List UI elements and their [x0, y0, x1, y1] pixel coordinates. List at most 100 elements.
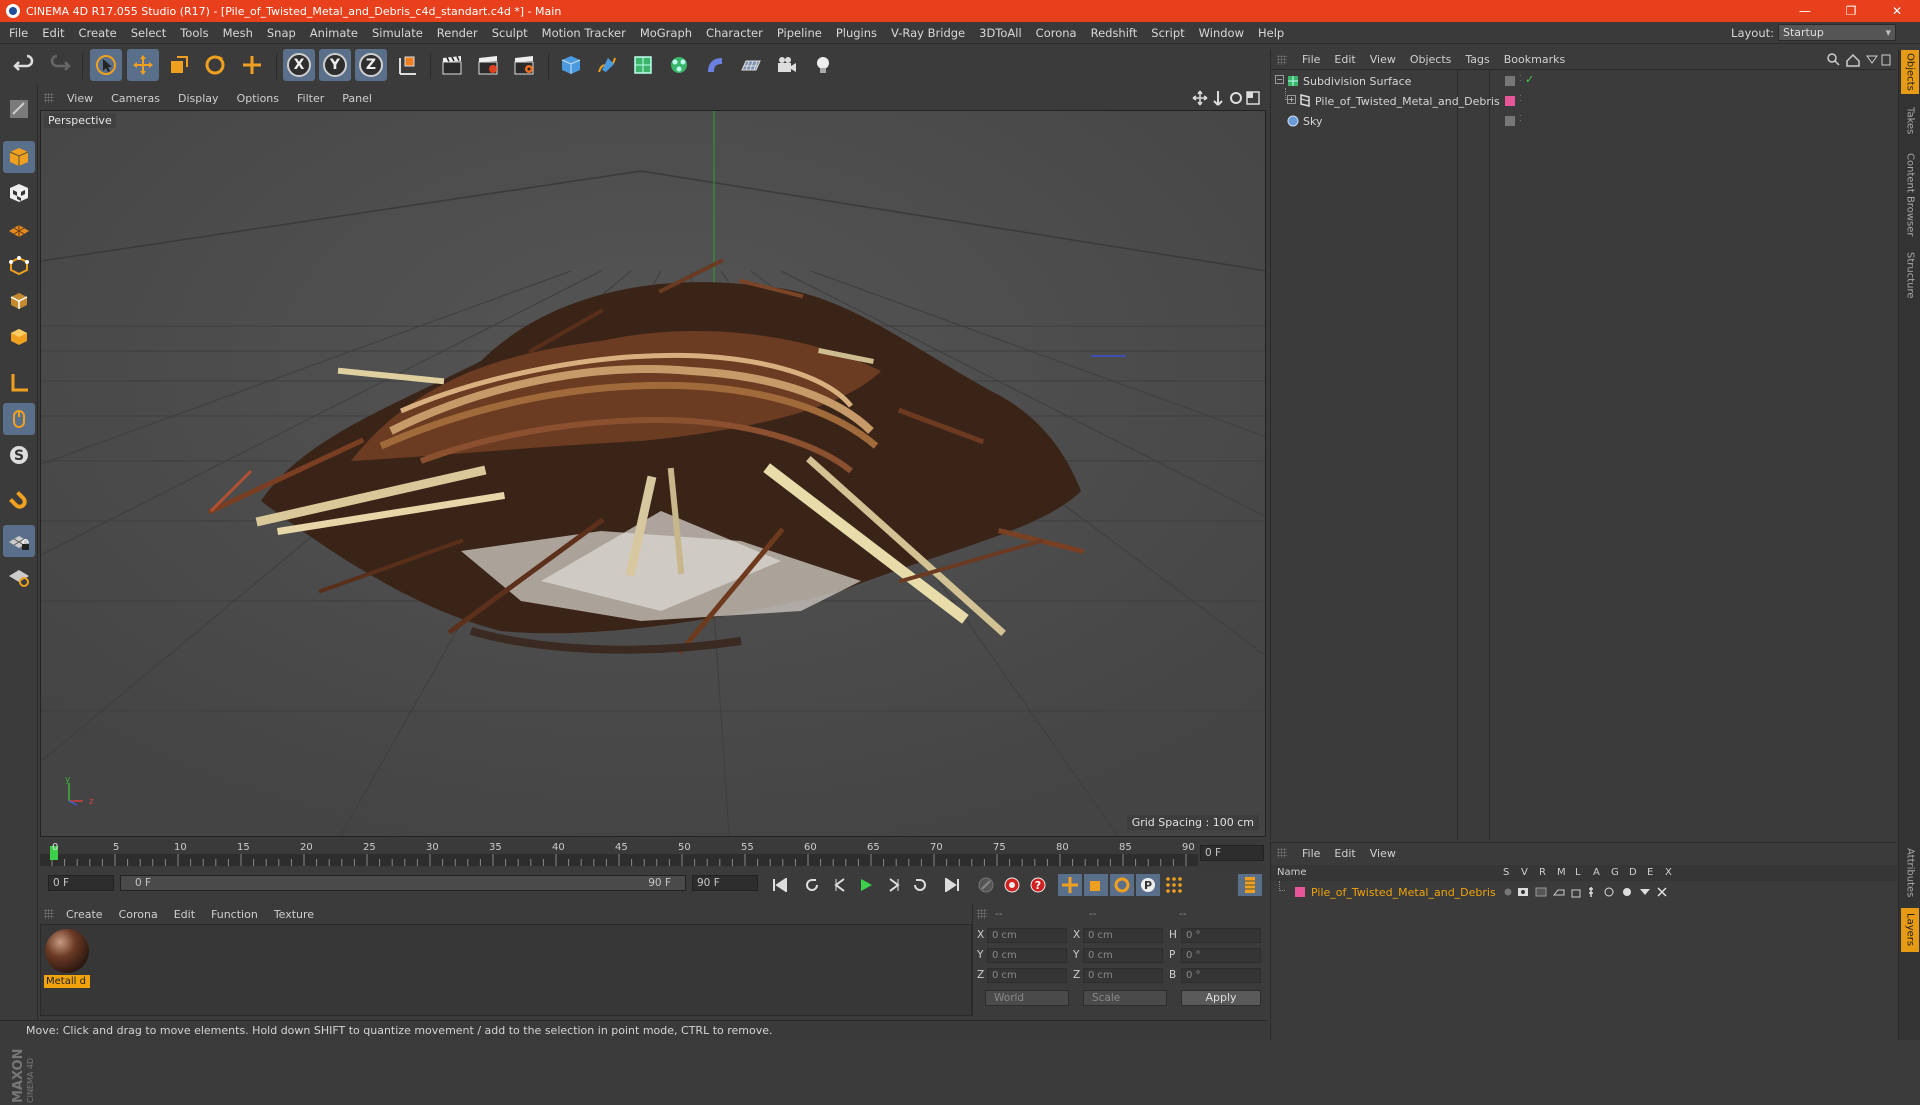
menu-file[interactable]: File [0, 26, 35, 40]
parameter-key-button[interactable]: P [1136, 874, 1160, 896]
perspective-viewport[interactable]: y z Perspective Grid Spacing : 100 cm [40, 110, 1266, 837]
menu-3dtoall[interactable]: 3DToAll [972, 26, 1029, 40]
locked-workplane-button[interactable] [3, 525, 35, 557]
layer-name[interactable]: Pile_of_Twisted_Metal_and_Debris [1311, 886, 1496, 899]
position-y-field[interactable]: 0 cm [987, 948, 1067, 963]
tweak-mode-button[interactable] [3, 403, 35, 435]
autokey-button[interactable] [1000, 874, 1024, 896]
menu-redshift[interactable]: Redshift [1084, 26, 1145, 40]
size-mode-dropdown[interactable]: Scale [1083, 990, 1167, 1006]
object-manager-tools[interactable] [1827, 53, 1891, 67]
object-name[interactable]: Pile_of_Twisted_Metal_and_Debris [1315, 95, 1500, 108]
texture-mode-button[interactable] [3, 177, 35, 209]
tab-takes[interactable]: Takes [1901, 100, 1919, 142]
polygons-mode-button[interactable] [3, 321, 35, 353]
object-row-pile[interactable]: + Pile_of_Twisted_Metal_and_Debris ⁚ [1271, 88, 1897, 112]
cloner-button[interactable] [663, 49, 695, 81]
menu-vray-bridge[interactable]: V-Ray Bridge [884, 26, 972, 40]
material-preview-thumbnail[interactable] [45, 929, 89, 973]
make-editable-button[interactable] [3, 93, 35, 125]
viewport-menu-options[interactable]: Options [228, 92, 288, 105]
visibility-dots-icon[interactable]: ⁚ [1519, 94, 1522, 103]
rotate-tool-button[interactable] [199, 49, 231, 81]
menu-corona[interactable]: Corona [1029, 26, 1084, 40]
objects-menu-edit[interactable]: Edit [1327, 53, 1362, 66]
object-name[interactable]: Subdivision Surface [1303, 75, 1411, 88]
close-button[interactable]: ✕ [1874, 0, 1920, 22]
layer-color-swatch[interactable] [1505, 96, 1515, 106]
menu-snap[interactable]: Snap [260, 26, 303, 40]
menu-select[interactable]: Select [124, 26, 173, 40]
material-menu-corona[interactable]: Corona [111, 908, 166, 921]
object-name[interactable]: Sky [1303, 115, 1322, 128]
menu-window[interactable]: Window [1192, 26, 1251, 40]
layer-row[interactable]: Pile_of_Twisted_Metal_and_Debris [1271, 881, 1897, 903]
redo-button[interactable] [44, 49, 76, 81]
model-mode-button[interactable] [3, 141, 35, 173]
end-frame-field[interactable]: 90 F [692, 875, 758, 891]
objects-menu-bookmarks[interactable]: Bookmarks [1497, 53, 1572, 66]
menu-mesh[interactable]: Mesh [216, 26, 260, 40]
panel-grip-icon[interactable] [1277, 55, 1287, 65]
scale-tool-button[interactable] [163, 49, 195, 81]
render-view-button[interactable] [436, 49, 468, 81]
next-key-button[interactable] [908, 874, 932, 896]
menu-plugins[interactable]: Plugins [829, 26, 884, 40]
position-key-button[interactable] [1058, 874, 1082, 896]
layers-menu-file[interactable]: File [1295, 847, 1327, 860]
light-object-button[interactable] [807, 49, 839, 81]
keyframe-selection-button[interactable]: ? [1026, 874, 1050, 896]
enabled-checkmark-icon[interactable]: ✓ [1525, 73, 1534, 86]
menu-simulate[interactable]: Simulate [365, 26, 430, 40]
restore-button[interactable]: ❐ [1828, 0, 1874, 22]
layers-menu-edit[interactable]: Edit [1327, 847, 1362, 860]
render-to-picture-viewer-button[interactable] [472, 49, 504, 81]
x-axis-lock-button[interactable]: X [283, 49, 315, 81]
y-axis-lock-button[interactable]: Y [319, 49, 351, 81]
menu-tools[interactable]: Tools [173, 26, 215, 40]
cube-object-button[interactable] [555, 49, 587, 81]
spline-pen-button[interactable] [591, 49, 623, 81]
material-menu-texture[interactable]: Texture [266, 908, 322, 921]
tab-attributes[interactable]: Attributes [1901, 842, 1919, 904]
menu-edit[interactable]: Edit [35, 26, 71, 40]
frame-range-slider[interactable]: 0 F 90 F [120, 875, 686, 891]
layer-toggle-icons[interactable] [1503, 886, 1673, 898]
menu-mograph[interactable]: MoGraph [633, 26, 699, 40]
menu-help[interactable]: Help [1251, 26, 1291, 40]
panel-grip-icon[interactable] [44, 909, 54, 919]
material-menu-create[interactable]: Create [58, 908, 111, 921]
menu-motion-tracker[interactable]: Motion Tracker [535, 26, 633, 40]
layer-swatch-icon[interactable] [1505, 76, 1515, 86]
viewport-menu-view[interactable]: View [58, 92, 102, 105]
axis-mode-button[interactable] [3, 367, 35, 399]
record-keys-button[interactable] [974, 874, 998, 896]
object-row-sky[interactable]: Sky ⁚ [1271, 112, 1897, 132]
play-button[interactable] [854, 874, 878, 896]
timeline-ruler[interactable]: 0 5 10 15 20 25 30 35 40 45 50 55 60 65 … [40, 840, 1266, 866]
material-menu-edit[interactable]: Edit [166, 908, 203, 921]
timeline-window-button[interactable] [1238, 874, 1262, 896]
object-row-subdivision[interactable]: − Subdivision Surface ⁚ ✓ [1271, 72, 1897, 92]
tab-objects[interactable]: Objects [1901, 50, 1919, 94]
position-x-field[interactable]: 0 cm [987, 928, 1067, 943]
z-axis-lock-button[interactable]: Z [355, 49, 387, 81]
rotation-b-field[interactable]: 0 ° [1181, 968, 1261, 983]
edges-mode-button[interactable] [3, 285, 35, 317]
viewport-menu-panel[interactable]: Panel [333, 92, 381, 105]
layer-color-swatch[interactable] [1295, 887, 1305, 897]
next-frame-button[interactable] [882, 874, 906, 896]
move-tool-button[interactable] [127, 49, 159, 81]
position-z-field[interactable]: 0 cm [987, 968, 1067, 983]
objects-menu-file[interactable]: File [1295, 53, 1327, 66]
material-name-label[interactable]: Metall d [44, 975, 90, 988]
size-x-field[interactable]: 0 cm [1083, 928, 1163, 943]
apply-button[interactable]: Apply [1181, 990, 1261, 1006]
objects-menu-tags[interactable]: Tags [1458, 53, 1496, 66]
previous-frame-button[interactable] [828, 874, 852, 896]
layers-menu-view[interactable]: View [1363, 847, 1403, 860]
tab-structure[interactable]: Structure [1901, 246, 1919, 304]
viewport-menu-filter[interactable]: Filter [288, 92, 333, 105]
menu-script[interactable]: Script [1144, 26, 1191, 40]
render-settings-button[interactable] [508, 49, 540, 81]
